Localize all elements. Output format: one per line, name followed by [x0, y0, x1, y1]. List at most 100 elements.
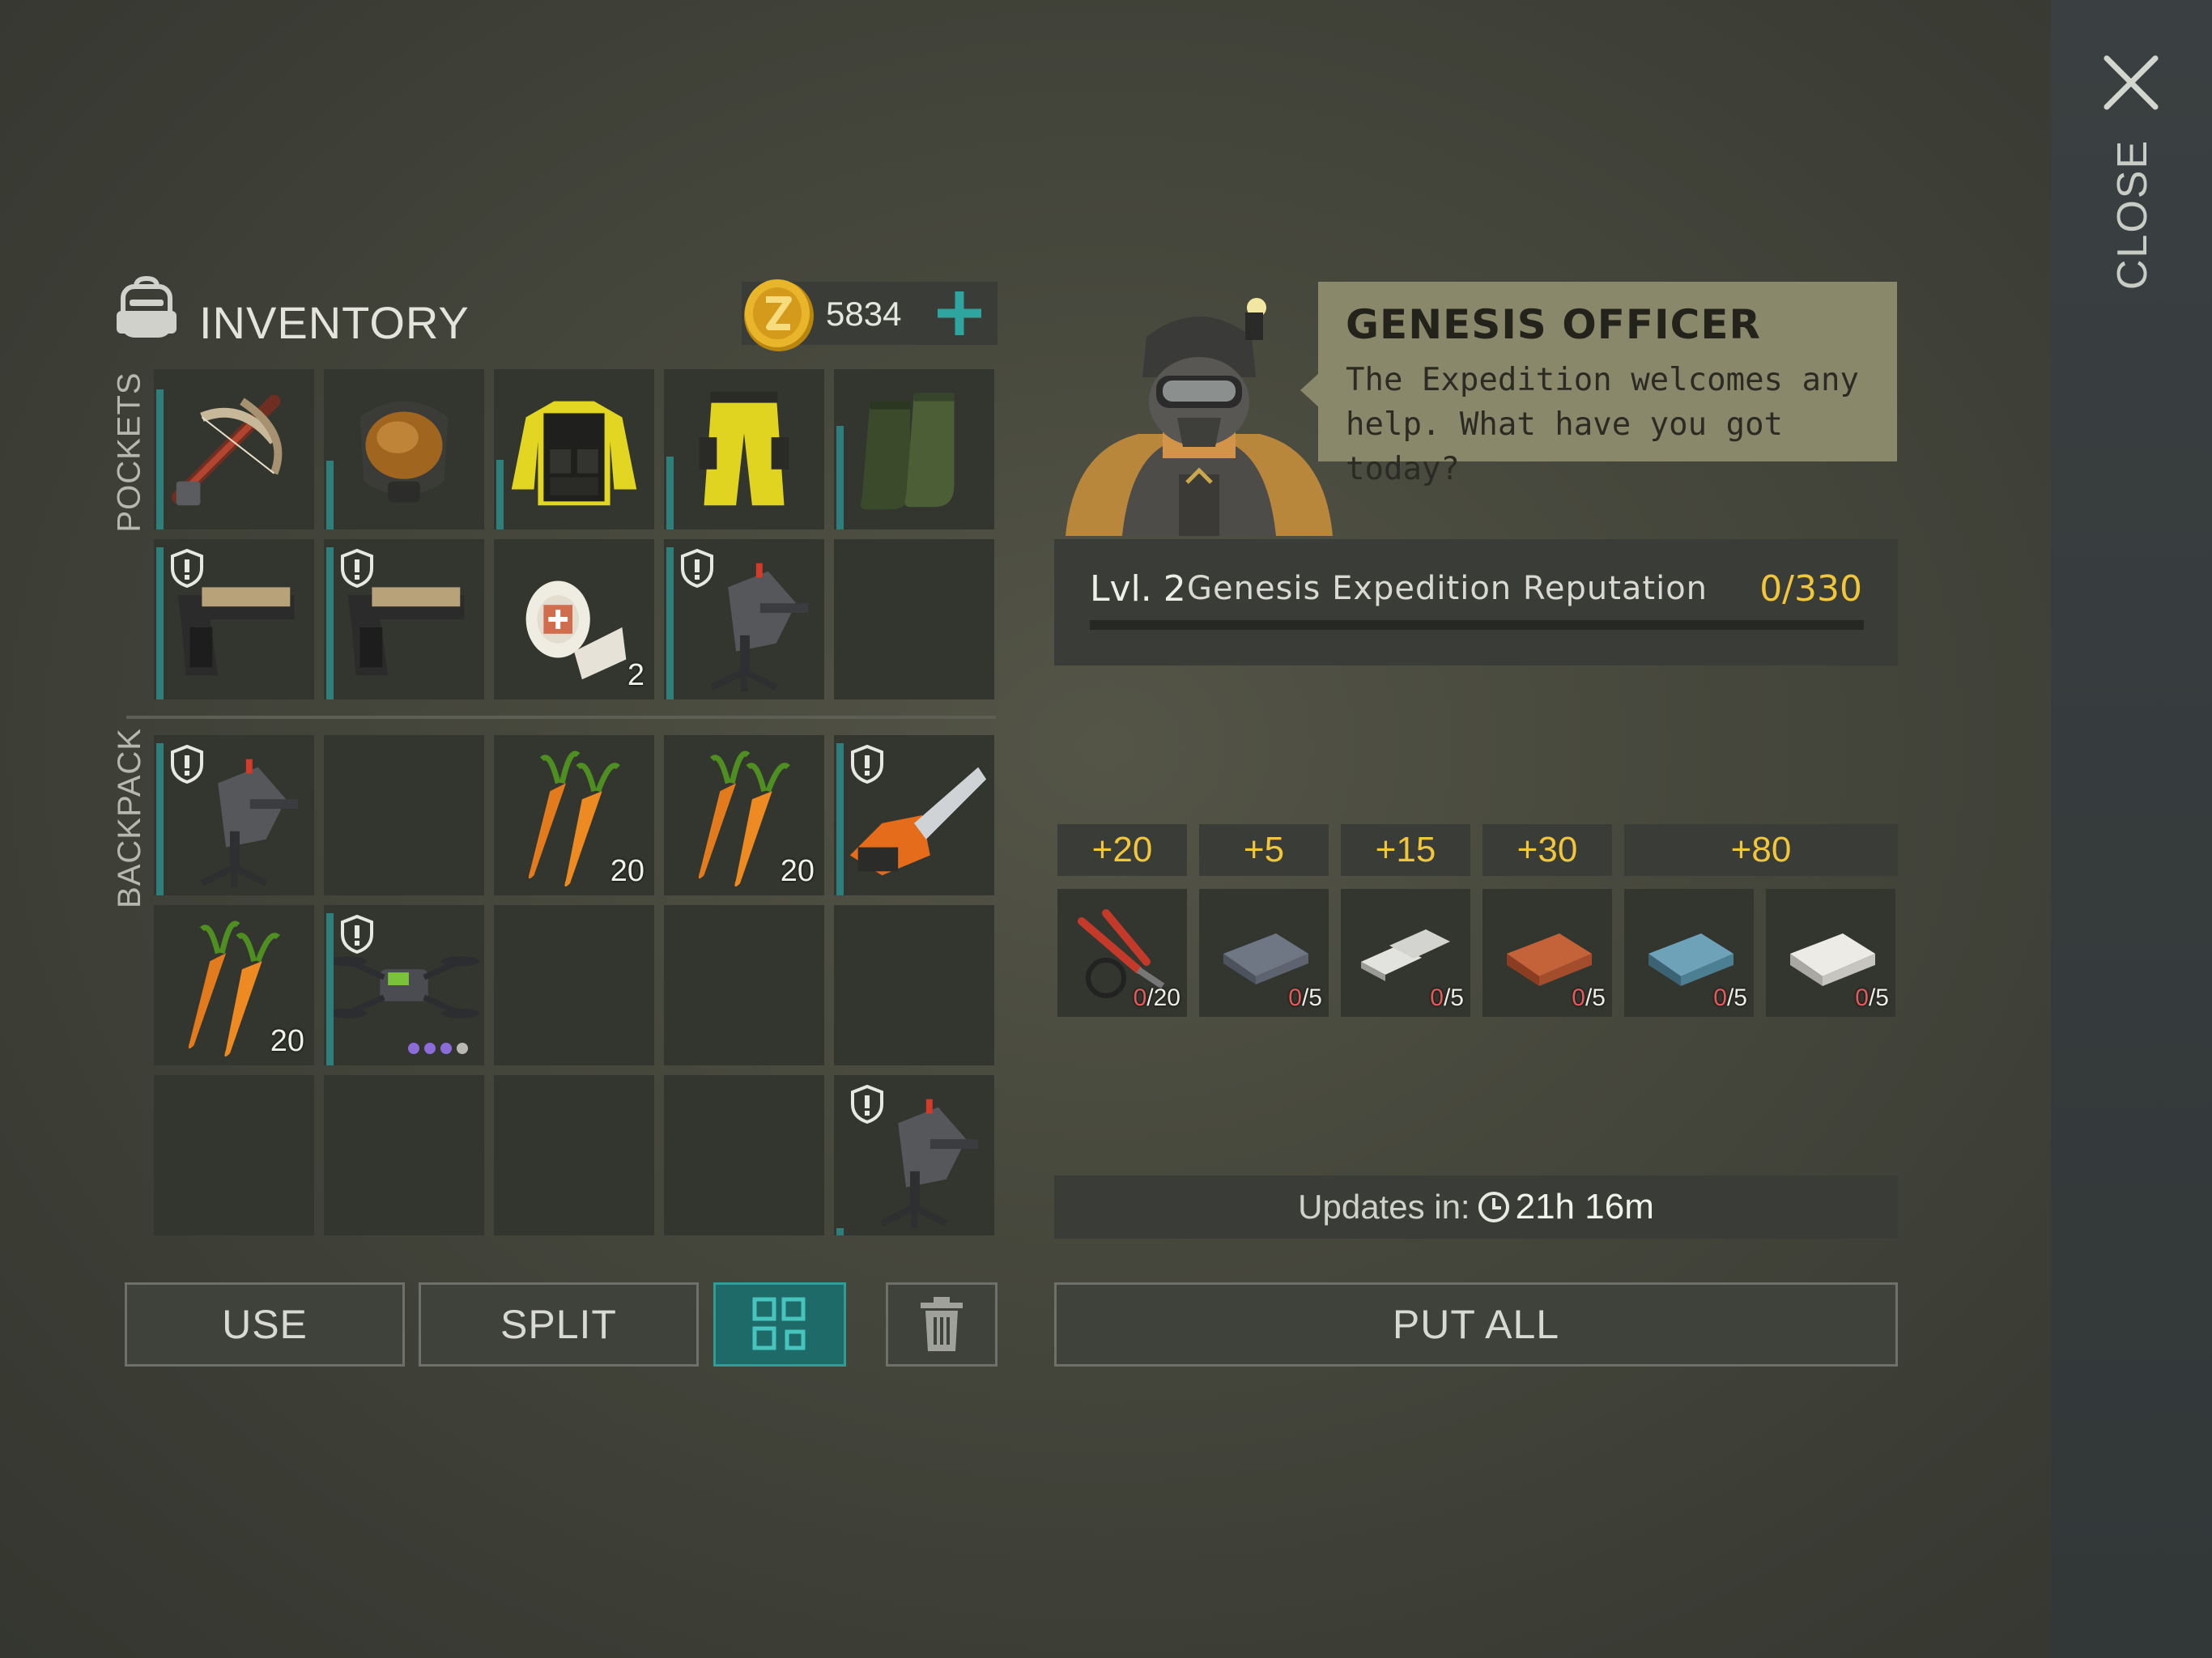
protected-shield-icon: [171, 745, 203, 784]
updates-label: Updates in:: [1298, 1188, 1470, 1226]
trash-icon: [921, 1297, 963, 1351]
charge-dots: [408, 1043, 468, 1054]
empty-slot[interactable]: [664, 1075, 824, 1235]
use-button[interactable]: USE: [125, 1282, 405, 1367]
request-count: 0/20: [1134, 984, 1180, 1012]
inventory-slot-carrots[interactable]: 20: [154, 905, 314, 1065]
reputation-panel: Lvl. 2 Genesis Expedition Reputation 0/3…: [1054, 539, 1898, 665]
durability-bar: [156, 743, 164, 895]
bonus-label: +20: [1057, 824, 1187, 876]
protected-shield-icon: [171, 549, 203, 588]
durability-bar: [326, 547, 334, 699]
protected-shield-icon: [341, 915, 373, 954]
empty-slot[interactable]: [494, 1075, 654, 1235]
request-slot-iron-ingot[interactable]: 0/5: [1199, 889, 1329, 1017]
durability-bar: [666, 457, 674, 529]
crossbow-icon: [171, 394, 283, 506]
rubber-boots-icon: [861, 393, 955, 510]
inventory-slot-carrots[interactable]: 20: [664, 735, 824, 895]
bonus-label: +5: [1199, 824, 1329, 876]
request-have: 0: [1855, 984, 1869, 1011]
inventory-slot-turret[interactable]: [834, 1075, 994, 1235]
empty-slot[interactable]: [324, 1075, 484, 1235]
reputation-name: Genesis Expedition Reputation: [1187, 570, 1708, 607]
updates-time: 21h 16m: [1515, 1187, 1654, 1226]
backpack-label-wrap: BACKPACK: [105, 728, 154, 908]
reputation-progress-bar: [1090, 620, 1864, 630]
item-quantity: 20: [270, 1024, 304, 1058]
request-count: 0/5: [1572, 984, 1606, 1012]
request-slot-copper-ingot[interactable]: 0/5: [1482, 889, 1612, 1017]
officer-portrait: [1066, 298, 1333, 536]
inventory-slot-pistol[interactable]: [154, 539, 314, 699]
plus-icon[interactable]: [933, 287, 986, 340]
inventory-slot-tactical-jacket[interactable]: [494, 369, 654, 529]
inventory-slot-chainsaw[interactable]: [834, 735, 994, 895]
backpack-label: BACKPACK: [111, 727, 147, 908]
put-all-button[interactable]: PUT ALL: [1054, 1282, 1898, 1367]
request-have: 0: [1713, 984, 1727, 1011]
protected-shield-icon: [851, 1085, 883, 1124]
reputation-value: 0/330: [1759, 568, 1862, 610]
close-button[interactable]: CLOSE: [2076, 139, 2189, 290]
protected-shield-icon: [851, 745, 883, 784]
inventory-slot-pistol[interactable]: [324, 539, 484, 699]
speech-tail: [1300, 372, 1320, 408]
inventory-slot-hazmat-pants[interactable]: [664, 369, 824, 529]
inventory-slot-drone[interactable]: [324, 905, 484, 1065]
reputation-level: Lvl. 2: [1090, 568, 1186, 610]
currency-value: 5834: [826, 295, 902, 333]
durability-bar: [326, 461, 334, 529]
request-slot-titanium-ingot[interactable]: 0/5: [1624, 889, 1754, 1017]
empty-slot[interactable]: [834, 905, 994, 1065]
request-slot-silver-ingot[interactable]: 0/5: [1766, 889, 1895, 1017]
bonus-label: +80: [1624, 824, 1898, 876]
sort-grid-icon: [752, 1297, 806, 1350]
item-quantity: 20: [610, 854, 644, 888]
empty-slot[interactable]: [324, 735, 484, 895]
item-quantity: 20: [780, 854, 815, 888]
request-have: 0: [1572, 984, 1585, 1011]
updates-timer: Updates in: 21h 16m: [1054, 1175, 1898, 1239]
request-need: /5: [1443, 984, 1464, 1011]
durability-bar: [496, 460, 504, 529]
inventory-slot-rubber-boots[interactable]: [834, 369, 994, 529]
request-slot-aluminum-ingot[interactable]: 0/5: [1341, 889, 1470, 1017]
durability-bar: [836, 426, 844, 529]
bonus-label: +30: [1482, 824, 1612, 876]
inventory-slot-carrots[interactable]: 20: [494, 735, 654, 895]
item-quantity: 2: [627, 658, 644, 692]
empty-slot[interactable]: [154, 1075, 314, 1235]
tactical-jacket-icon: [511, 401, 637, 506]
durability-bar: [156, 547, 164, 699]
request-count: 0/5: [1713, 984, 1747, 1012]
inventory-slot-turret[interactable]: [664, 539, 824, 699]
officer-message: The Expedition welcomes any help. What h…: [1346, 362, 1859, 487]
request-have: 0: [1288, 984, 1302, 1011]
inventory-slot-gas-mask[interactable]: [324, 369, 484, 529]
inventory-slot-bandage[interactable]: 2: [494, 539, 654, 699]
inventory-title: INVENTORY: [199, 297, 470, 348]
request-need: /5: [1868, 984, 1889, 1011]
request-need: /5: [1301, 984, 1322, 1011]
durability-bar: [836, 1228, 844, 1235]
close-label: CLOSE: [2109, 138, 2157, 291]
inventory-slot-turret[interactable]: [154, 735, 314, 895]
request-need: /20: [1146, 984, 1180, 1011]
split-button[interactable]: SPLIT: [419, 1282, 699, 1367]
trash-button[interactable]: [886, 1282, 998, 1367]
clock-icon: [1478, 1192, 1509, 1222]
inventory-slot-crossbow[interactable]: [154, 369, 314, 529]
sort-button[interactable]: [713, 1282, 846, 1367]
durability-bar: [666, 547, 674, 699]
empty-slot[interactable]: [494, 905, 654, 1065]
request-slot-tools-pliers[interactable]: 0/20: [1057, 889, 1187, 1017]
request-count: 0/5: [1430, 984, 1464, 1012]
empty-slot[interactable]: [664, 905, 824, 1065]
request-have: 0: [1133, 984, 1147, 1011]
pockets-label-wrap: POCKETS: [105, 371, 154, 533]
backpack-icon: [117, 275, 177, 338]
request-count: 0/5: [1855, 984, 1889, 1012]
close-x-icon[interactable]: [2102, 53, 2160, 112]
empty-slot[interactable]: [834, 539, 994, 699]
